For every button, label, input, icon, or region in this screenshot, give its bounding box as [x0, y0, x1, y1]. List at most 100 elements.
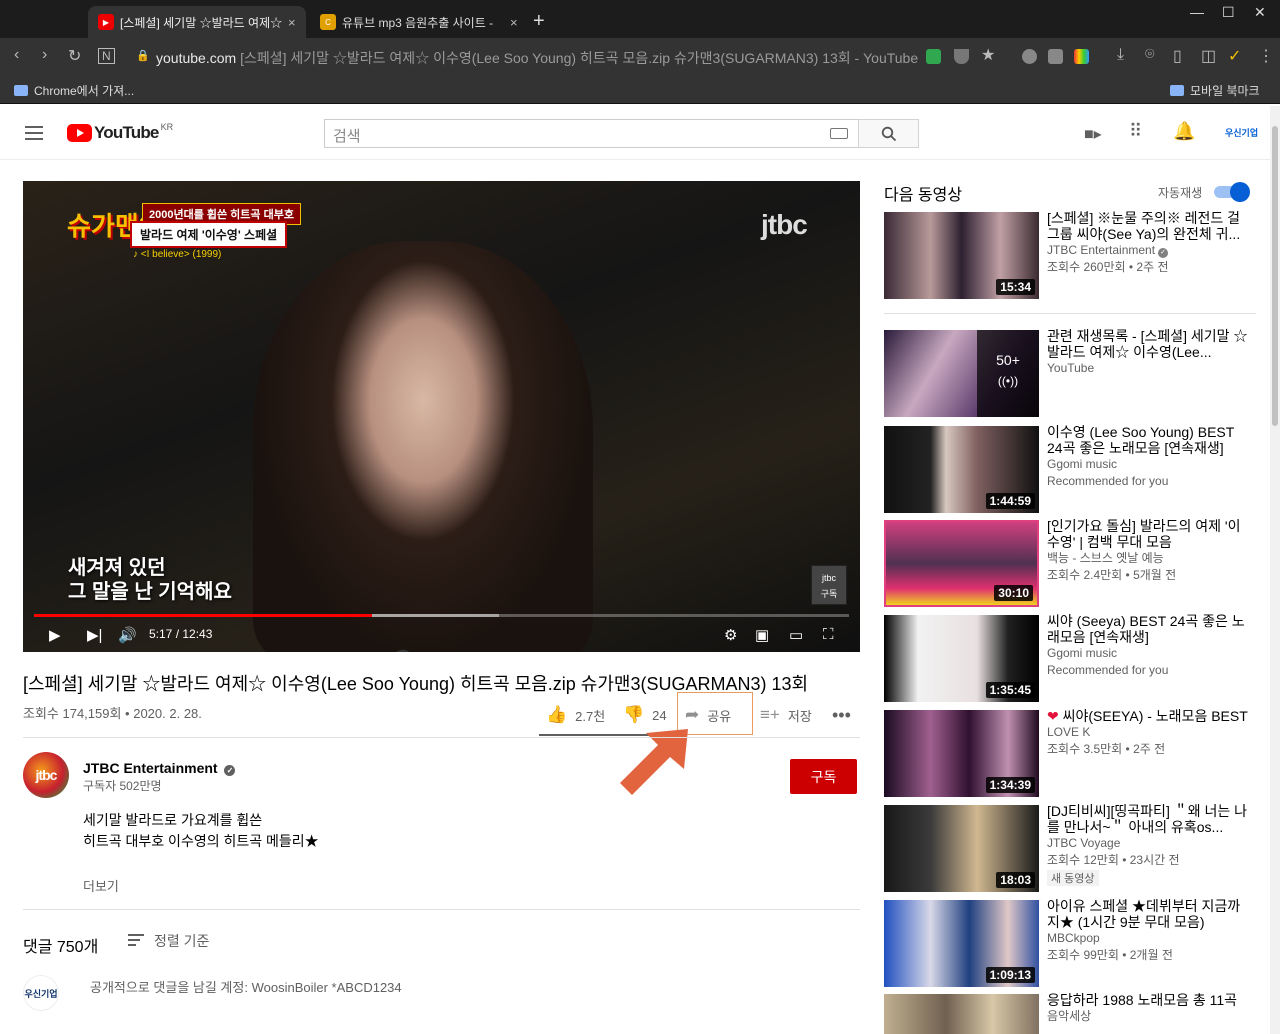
playlist-thumbnail[interactable]: 50+ ((•))	[884, 330, 1039, 417]
recommended-video[interactable]: 응답하라 1988 노래모음 총 11곡 음악세상	[884, 992, 1256, 1034]
bookmark-star-icon[interactable]: ★	[981, 45, 995, 65]
channel-name[interactable]: JTBC Entertainment ✓	[83, 760, 236, 776]
bookmark-folder-imported[interactable]: Chrome에서 가져...	[14, 82, 134, 99]
video-thumbnail[interactable]: 18:03	[884, 805, 1039, 892]
video-title[interactable]: 씨야(SEEYA) - 노래모음 BEST	[1063, 708, 1248, 724]
close-window-icon[interactable]: ✕	[1254, 4, 1266, 21]
lock-icon[interactable]: 🔒	[136, 49, 150, 62]
volume-icon[interactable]: 🔊	[118, 626, 137, 644]
recommended-video[interactable]: 18:03 [DJ티비씨][띵곡파티] ＂왜 너는 나를 만나서~＂ 아내의 유…	[884, 803, 1256, 893]
maximize-icon[interactable]: ☐	[1222, 4, 1235, 21]
notifications-bell-icon[interactable]: 🔔	[1173, 121, 1195, 142]
guide-menu-icon[interactable]	[25, 126, 43, 144]
search-input[interactable]: 검색	[324, 119, 859, 148]
apps-grid-icon[interactable]: ⠿	[1129, 121, 1142, 142]
dislike-button[interactable]: 👎 24	[623, 705, 667, 725]
channel-name[interactable]: JTBC Voyage	[1047, 835, 1252, 852]
theater-mode-icon[interactable]: ▭	[789, 626, 803, 644]
video-title[interactable]: 씨야 (Seeya) BEST 24곡 좋은 노래모음 [연속재생]	[1047, 613, 1252, 645]
fullscreen-icon[interactable]: ⛶	[823, 626, 834, 643]
recommended-video[interactable]: 15:34 [스페셜] ※눈물 주의※ 레전드 걸그룹 씨야(See Ya)의 …	[884, 210, 1256, 300]
video-thumbnail[interactable]: 1:44:59	[884, 426, 1039, 513]
tab-inactive[interactable]: C 유튜브 mp3 음원추출 사이트 - ×	[310, 6, 528, 38]
sidebar-icon[interactable]: ◫	[1201, 46, 1216, 66]
show-more-button[interactable]: 더보기	[83, 876, 119, 895]
minimize-icon[interactable]: —	[1190, 4, 1204, 20]
tab-close-icon[interactable]: ×	[510, 15, 518, 30]
recommended-video[interactable]: 1:44:59 이수영 (Lee Soo Young) BEST 24곡 좋은 …	[884, 424, 1256, 514]
video-thumbnail[interactable]: 1:35:45	[884, 615, 1039, 702]
new-tab-icon[interactable]: +	[533, 10, 545, 33]
recommended-playlist[interactable]: 50+ ((•)) 관련 재생목록 - [스페셜] 세기말 ☆발라드 여제☆ 이…	[884, 328, 1256, 418]
back-icon[interactable]: ‹	[14, 46, 19, 64]
sort-comments-button[interactable]: 정렬 기준	[128, 931, 209, 951]
miniplayer-icon[interactable]: ▣	[755, 626, 769, 644]
forward-icon[interactable]: ›	[42, 46, 47, 64]
video-thumbnail[interactable]: 30:10	[884, 520, 1039, 607]
channel-name[interactable]: Ggomi music	[1047, 645, 1252, 662]
video-meta: 조회수 3.5만회 • 2주 전	[1047, 742, 1166, 756]
extension-icon[interactable]	[1048, 49, 1063, 64]
download-icon[interactable]: ⤓	[1117, 46, 1124, 64]
url-field[interactable]: youtube.com [스페셜] 세기말 ☆발라드 여제☆ 이수영(Lee S…	[156, 48, 918, 68]
video-title[interactable]: 관련 재생목록 - [스페셜] 세기말 ☆발라드 여제☆ 이수영(Lee...	[1047, 328, 1252, 360]
keyboard-icon[interactable]	[830, 128, 848, 139]
video-title[interactable]: 이수영 (Lee Soo Young) BEST 24곡 좋은 노래모음 [연속…	[1047, 424, 1252, 456]
subscribe-watermark-button[interactable]: jtbc 구독	[811, 565, 847, 605]
search-button[interactable]	[858, 119, 919, 148]
user-avatar[interactable]: 우신기업	[23, 975, 59, 1011]
color-extension-icon[interactable]	[1074, 49, 1089, 64]
video-title[interactable]: [DJ티비씨][띵곡파티] ＂왜 너는 나를 만나서~＂ 아내의 유혹os...	[1047, 803, 1252, 835]
video-thumbnail[interactable]: 15:34	[884, 212, 1039, 299]
reload-icon[interactable]: ↻	[68, 46, 81, 66]
video-title[interactable]: 응답하라 1988 노래모음 총 11곡	[1047, 992, 1252, 1008]
channel-name[interactable]: MBCkpop	[1047, 930, 1252, 947]
settings-gear-icon[interactable]: ⚙	[724, 626, 737, 644]
video-player[interactable]: 슈가맨3 2000년대를 휩쓴 히트곡 대부호 발라드 여제 '이수영' 스페셜…	[23, 181, 860, 652]
capture-icon[interactable]: ⌾	[1145, 46, 1155, 64]
check-icon[interactable]: ✓	[1228, 46, 1241, 66]
extension-icon[interactable]	[1022, 49, 1037, 64]
channel-name[interactable]: JTBC Entertainment	[1047, 243, 1155, 257]
youtube-logo[interactable]: YouTube KR	[67, 122, 173, 143]
page-scrollbar[interactable]	[1270, 106, 1280, 1034]
shield-icon[interactable]	[954, 49, 969, 64]
video-title[interactable]: [스페셜] ※눈물 주의※ 레전드 걸그룹 씨야(See Ya)의 완전체 귀.…	[1047, 210, 1252, 242]
recommended-video[interactable]: 1:09:13 아이유 스페셜 ★데뷔부터 지금까지★ (1시간 9분 무대 모…	[884, 898, 1256, 988]
play-icon[interactable]: ▶	[49, 626, 61, 644]
video-view-date: 조회수 174,159회 • 2020. 2. 28.	[23, 706, 202, 721]
extension-icon[interactable]	[926, 49, 941, 64]
recommended-video[interactable]: 30:10 [인기가요 돌심] 발라드의 여제 '이수영' | 컴백 무대 모음…	[884, 518, 1256, 608]
video-thumbnail[interactable]: 1:09:13	[884, 900, 1039, 987]
video-title[interactable]: [인기가요 돌심] 발라드의 여제 '이수영' | 컴백 무대 모음	[1047, 518, 1252, 550]
comment-input[interactable]: 공개적으로 댓글을 남길 계정: WoosinBoiler *ABCD1234	[90, 977, 402, 996]
recommended-video[interactable]: 1:35:45 씨야 (Seeya) BEST 24곡 좋은 노래모음 [연속재…	[884, 613, 1256, 703]
recommended-video[interactable]: 1:34:39 ❤ 씨야(SEEYA) - 노래모음 BEST LOVE K 조…	[884, 708, 1256, 798]
channel-avatar[interactable]: jtbc	[23, 752, 69, 798]
menu-dots-icon[interactable]: ⋮	[1258, 46, 1274, 66]
video-thumbnail[interactable]: 1:34:39	[884, 710, 1039, 797]
channel-name[interactable]: YouTube	[1047, 360, 1252, 377]
channel-name[interactable]: LOVE K	[1047, 724, 1252, 741]
subscribe-button[interactable]: 구독	[790, 759, 857, 794]
save-button[interactable]: ≡+ 저장	[760, 705, 812, 725]
reader-icon[interactable]: ▯	[1173, 46, 1182, 66]
progress-bar[interactable]	[34, 614, 849, 617]
channel-name[interactable]: 음악세상	[1047, 1008, 1252, 1025]
more-actions-button[interactable]: •••	[832, 705, 859, 726]
bookmark-folder-mobile[interactable]: 모바일 북마크	[1170, 82, 1260, 99]
account-avatar[interactable]: 우신기업	[1225, 126, 1258, 139]
tab-active[interactable]: ▶ [스페셜] 세기말 ☆발라드 여제☆ ×	[88, 6, 306, 38]
next-icon[interactable]: ▶|	[87, 626, 102, 644]
tab-close-icon[interactable]: ×	[288, 15, 296, 30]
create-video-icon[interactable]: ■▸	[1084, 124, 1102, 144]
channel-name[interactable]: Ggomi music	[1047, 456, 1252, 473]
video-thumbnail[interactable]	[884, 994, 1039, 1034]
like-button[interactable]: 👍 2.7천	[546, 705, 605, 725]
video-title[interactable]: 아이유 스페셜 ★데뷔부터 지금까지★ (1시간 9분 무대 모음)	[1047, 898, 1252, 930]
tab-title: 유튜브 mp3 음원추출 사이트 -	[342, 15, 494, 30]
channel-name[interactable]: 백능 - 스브스 옛날 예능	[1047, 550, 1252, 567]
autoplay-toggle[interactable]	[1214, 182, 1250, 202]
more-dots-icon: •••	[832, 705, 851, 725]
naver-icon[interactable]: N	[98, 48, 115, 64]
